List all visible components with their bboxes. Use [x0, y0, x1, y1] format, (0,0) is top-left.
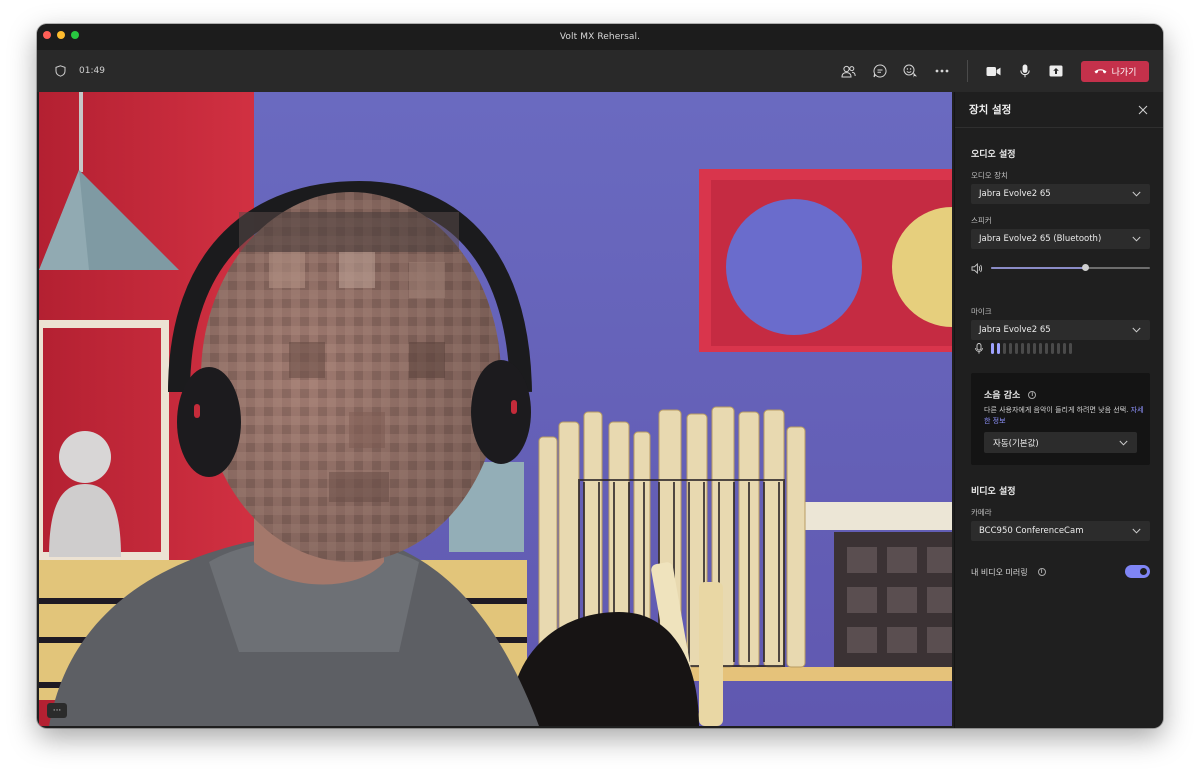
- volume-thumb[interactable]: [1082, 264, 1090, 271]
- device-settings-panel: 장치 설정 오디오 설정 오디오 장치 Jabra Evolve2 65 스피커…: [954, 92, 1163, 728]
- chat-button[interactable]: [864, 56, 895, 86]
- mic-level-bar: [1033, 343, 1036, 354]
- mic-level-meter: [975, 343, 1072, 354]
- app-window: Volt MX Rehersal. 01:49 나가기 ··· 장치 설정 오디…: [37, 24, 1163, 728]
- noise-suppression-select[interactable]: 자동(기본값): [984, 432, 1137, 453]
- speaker-volume-icon: [971, 262, 983, 274]
- video-feed-image: [39, 92, 952, 726]
- title-bar: Volt MX Rehersal.: [37, 24, 1163, 50]
- camera-label: 카메라: [971, 508, 992, 517]
- mic-level-bars: [991, 343, 1072, 354]
- panel-title: 장치 설정: [969, 104, 1012, 116]
- mic-level-bar: [1039, 343, 1042, 354]
- mic-level-bar: [1063, 343, 1066, 354]
- camera-toggle-button[interactable]: [978, 56, 1009, 86]
- chevron-down-icon: [1132, 191, 1141, 197]
- mic-level-bar: [991, 343, 994, 354]
- mic-level-bar: [1069, 343, 1072, 354]
- mic-level-bar: [1003, 343, 1006, 354]
- chevron-down-icon: [1119, 440, 1128, 446]
- noise-suppression-box: 소음 감소 i 다른 사용자에게 음악이 들리게 하려면 낮음 선택. 자세한 …: [971, 373, 1150, 465]
- window-title: Volt MX Rehersal.: [559, 32, 641, 42]
- people-icon: [841, 65, 856, 77]
- people-button[interactable]: [833, 56, 864, 86]
- info-icon[interactable]: i: [1028, 390, 1037, 399]
- noise-suppression-title-row: 소음 감소 i: [984, 388, 1037, 401]
- chevron-down-icon: [1132, 528, 1141, 534]
- mic-level-bar: [1015, 343, 1018, 354]
- close-window-button[interactable]: [43, 31, 51, 39]
- audio-device-value: Jabra Evolve2 65: [979, 189, 1051, 199]
- camera-select[interactable]: BCC950 ConferenceCam: [971, 521, 1150, 541]
- mic-level-bar: [1009, 343, 1012, 354]
- noise-suppression-title: 소음 감소: [984, 391, 1021, 401]
- chat-icon: [873, 64, 887, 78]
- info-icon[interactable]: i: [1037, 568, 1046, 576]
- noise-description-text: 다른 사용자에게 음악이 들리게 하려면 낮음 선택.: [984, 406, 1129, 414]
- video-settings-title: 비디오 설정: [971, 487, 1016, 497]
- shield-icon[interactable]: [55, 62, 66, 81]
- mirror-video-toggle[interactable]: [1125, 565, 1150, 578]
- noise-suppression-value: 자동(기본값): [993, 438, 1039, 449]
- share-screen-button[interactable]: [1040, 56, 1071, 86]
- leave-button[interactable]: 나가기: [1081, 60, 1149, 82]
- leave-label: 나가기: [1111, 67, 1137, 78]
- close-icon: [1138, 105, 1148, 115]
- more-actions-button[interactable]: [926, 56, 957, 86]
- mirror-video-label: 내 비디오 미러링: [971, 567, 1028, 577]
- video-options-button[interactable]: ···: [47, 703, 67, 718]
- mic-level-bar: [1057, 343, 1060, 354]
- mic-level-bar: [1021, 343, 1024, 354]
- mic-select[interactable]: Jabra Evolve2 65: [971, 320, 1150, 340]
- audio-device-select[interactable]: Jabra Evolve2 65: [971, 184, 1150, 204]
- reactions-icon: [903, 64, 917, 78]
- mic-value: Jabra Evolve2 65: [979, 325, 1051, 335]
- volume-fill: [991, 267, 1087, 269]
- reactions-button[interactable]: [895, 56, 926, 86]
- camera-icon: [986, 66, 1001, 76]
- noise-suppression-description: 다른 사용자에게 음악이 들리게 하려면 낮음 선택. 자세한 정보: [984, 405, 1144, 427]
- mic-level-bar: [1045, 343, 1048, 354]
- mic-level-bar: [1051, 343, 1054, 354]
- camera-value: BCC950 ConferenceCam: [979, 526, 1084, 536]
- more-icon: [935, 69, 948, 73]
- audio-device-label: 오디오 장치: [971, 171, 1008, 180]
- chevron-down-icon: [1132, 236, 1141, 242]
- mic-level-bar: [997, 343, 1000, 354]
- zoom-window-button[interactable]: [71, 31, 79, 39]
- meeting-toolbar: 01:49 나가기: [37, 50, 1163, 92]
- minimize-window-button[interactable]: [57, 31, 65, 39]
- mirror-video-row: 내 비디오 미러링 i: [971, 564, 1150, 580]
- chevron-down-icon: [1132, 327, 1141, 333]
- mic-level-bar: [1027, 343, 1030, 354]
- close-panel-button[interactable]: [1138, 100, 1148, 119]
- participant-video: ···: [39, 92, 952, 726]
- speaker-select[interactable]: Jabra Evolve2 65 (Bluetooth): [971, 229, 1150, 249]
- meeting-timer: 01:49: [79, 66, 105, 76]
- toolbar-divider: [967, 60, 968, 82]
- mic-icon: [1019, 64, 1030, 78]
- volume-track[interactable]: [991, 264, 1150, 271]
- window-controls: [43, 31, 79, 39]
- speaker-label: 스피커: [971, 216, 992, 225]
- audio-settings-title: 오디오 설정: [971, 150, 1016, 160]
- speaker-volume-slider[interactable]: [971, 262, 1150, 274]
- panel-header: 장치 설정: [955, 92, 1163, 128]
- mic-icon: [975, 343, 983, 354]
- mic-label: 마이크: [971, 307, 992, 316]
- mic-toggle-button[interactable]: [1009, 56, 1040, 86]
- speaker-value: Jabra Evolve2 65 (Bluetooth): [979, 234, 1102, 244]
- share-icon: [1049, 65, 1062, 77]
- hang-up-icon: [1094, 69, 1107, 74]
